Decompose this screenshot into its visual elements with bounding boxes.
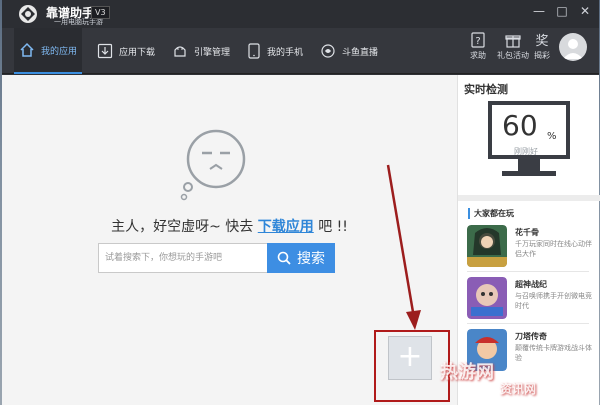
game-thumbnail <box>467 225 507 267</box>
game-name: 刀塔传奇 <box>515 332 547 341</box>
realtime-check-title: 实时检测 <box>464 83 508 96</box>
game-name: 超神战纪 <box>515 280 547 289</box>
tab-my-apps[interactable]: 我的应用 <box>14 28 82 74</box>
app-window: 靠谱助手 一用电脑玩手游 V3 — □ ✕ 我的应用 应用下载 引擎管理 我的手… <box>2 0 600 405</box>
search-input[interactable]: 试着搜索下，你想玩的手游吧 <box>98 243 268 273</box>
game-item[interactable]: 超神战纪 与召唤师携手开创微电竞时代 <box>467 277 597 325</box>
tab-my-phone[interactable]: 我的手机 <box>247 28 303 74</box>
svg-text:奖: 奖 <box>535 34 548 48</box>
game-desc: 千万玩家同时在线心动伴侣大作 <box>515 240 592 258</box>
popular-games-title: 大家都在玩 <box>468 208 514 219</box>
right-sidebar: 实时检测 60 % 刚刚好 大家都在玩 花千骨 千万玩家同时在线心动伴侣大作 超… <box>457 75 600 405</box>
version-badge: V3 <box>91 6 110 19</box>
lottery-button[interactable]: 奖 揭彩 <box>527 32 557 61</box>
lottery-icon: 奖 <box>535 34 548 48</box>
maximize-button[interactable]: □ <box>555 4 569 18</box>
tab-my-phone-label: 我的手机 <box>267 47 304 58</box>
search-icon <box>277 251 291 265</box>
watermark-text: 热游网 <box>440 362 494 383</box>
help-button[interactable]: ? 求助 <box>463 32 493 61</box>
tab-app-download[interactable]: 应用下载 <box>97 28 155 74</box>
tab-my-apps-label: 我的应用 <box>40 46 77 57</box>
game-separator <box>467 271 589 272</box>
user-avatar[interactable] <box>559 33 587 61</box>
performance-status: 刚刚好 <box>514 147 538 156</box>
app-logo-icon <box>19 5 37 23</box>
annotation-highlight-box <box>374 330 450 402</box>
empty-message: 主人，好空虚呀~ 快去 下载应用 吧 !! <box>2 216 457 236</box>
game-desc: 与召唤师携手开创微电竞时代 <box>515 292 592 310</box>
lottery-label: 揭彩 <box>534 51 550 60</box>
game-separator <box>467 323 589 324</box>
empty-message-suffix: 吧 !! <box>313 219 348 235</box>
tab-engine-manage[interactable]: 引擎管理 <box>172 28 230 74</box>
home-icon <box>20 42 34 57</box>
close-button[interactable]: ✕ <box>578 4 592 18</box>
sidebar-divider <box>458 195 600 201</box>
search-button-label: 搜索 <box>297 251 325 267</box>
avatar-icon <box>563 39 583 59</box>
search-button[interactable]: 搜索 <box>267 243 335 273</box>
tab-engine-manage-label: 引擎管理 <box>194 47 231 58</box>
minimize-button[interactable]: — <box>532 4 546 18</box>
tab-douyu-live[interactable]: 斗鱼直播 <box>320 28 378 74</box>
help-label: 求助 <box>470 51 486 60</box>
gift-icon <box>505 35 521 48</box>
android-icon <box>174 46 186 57</box>
game-name: 花千骨 <box>515 228 539 237</box>
performance-score: 60 <box>502 109 538 142</box>
tab-douyu-live-label: 斗鱼直播 <box>342 47 379 58</box>
download-icon <box>97 43 113 59</box>
game-thumbnail <box>467 277 507 319</box>
performance-unit: % <box>547 131 557 142</box>
gift-button[interactable]: 礼包活动 <box>496 32 530 61</box>
watermark-text-secondary: 资讯网 <box>500 382 537 396</box>
title-bar: 靠谱助手 一用电脑玩手游 V3 — □ ✕ <box>2 0 599 28</box>
tab-app-download-label: 应用下载 <box>119 47 156 58</box>
phone-icon <box>248 43 260 59</box>
download-apps-link[interactable]: 下载应用 <box>258 219 314 235</box>
game-desc: 颠覆传统卡牌游戏战斗体验 <box>515 344 592 362</box>
gift-label: 礼包活动 <box>497 51 529 60</box>
fish-live-icon <box>321 44 335 58</box>
empty-message-prefix: 主人，好空虚呀~ 快去 <box>111 219 258 235</box>
help-icon: ? <box>471 32 485 48</box>
svg-text:?: ? <box>475 36 480 47</box>
game-item[interactable]: 花千骨 千万玩家同时在线心动伴侣大作 <box>467 225 597 273</box>
empty-face-icon <box>180 129 246 201</box>
